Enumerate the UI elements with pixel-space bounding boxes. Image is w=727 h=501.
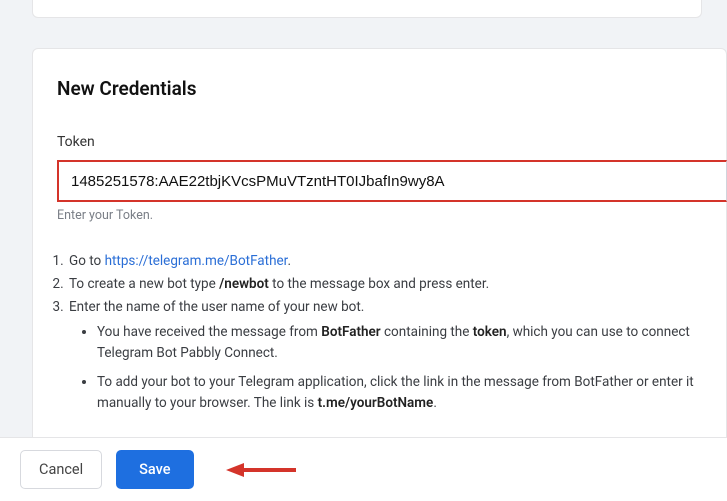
bullet-2: To add your bot to your Telegram applica…: [97, 372, 726, 414]
cancel-button[interactable]: Cancel: [20, 450, 102, 489]
bullet-1: You have received the message from BotFa…: [97, 322, 726, 364]
token-helper: Enter your Token.: [57, 208, 726, 223]
previous-card-edge: [32, 0, 702, 18]
token-input[interactable]: [57, 160, 727, 202]
save-button[interactable]: Save: [116, 450, 193, 489]
botfather-link[interactable]: https://telegram.me/BotFather: [105, 253, 288, 269]
instructions-block: Go to https://telegram.me/BotFather. To …: [57, 251, 726, 413]
footer-bar: Cancel Save: [0, 437, 727, 501]
annotation-arrow: [226, 460, 296, 480]
step-3: Enter the name of the user name of your …: [67, 297, 726, 414]
step-2: To create a new bot type /newbot to the …: [67, 274, 726, 295]
token-label: Token: [57, 134, 726, 150]
new-credentials-card: New Credentials Token Enter your Token. …: [32, 48, 727, 458]
step-1: Go to https://telegram.me/BotFather.: [67, 251, 726, 272]
newbot-command: /newbot: [219, 276, 269, 292]
card-title: New Credentials: [57, 77, 726, 100]
